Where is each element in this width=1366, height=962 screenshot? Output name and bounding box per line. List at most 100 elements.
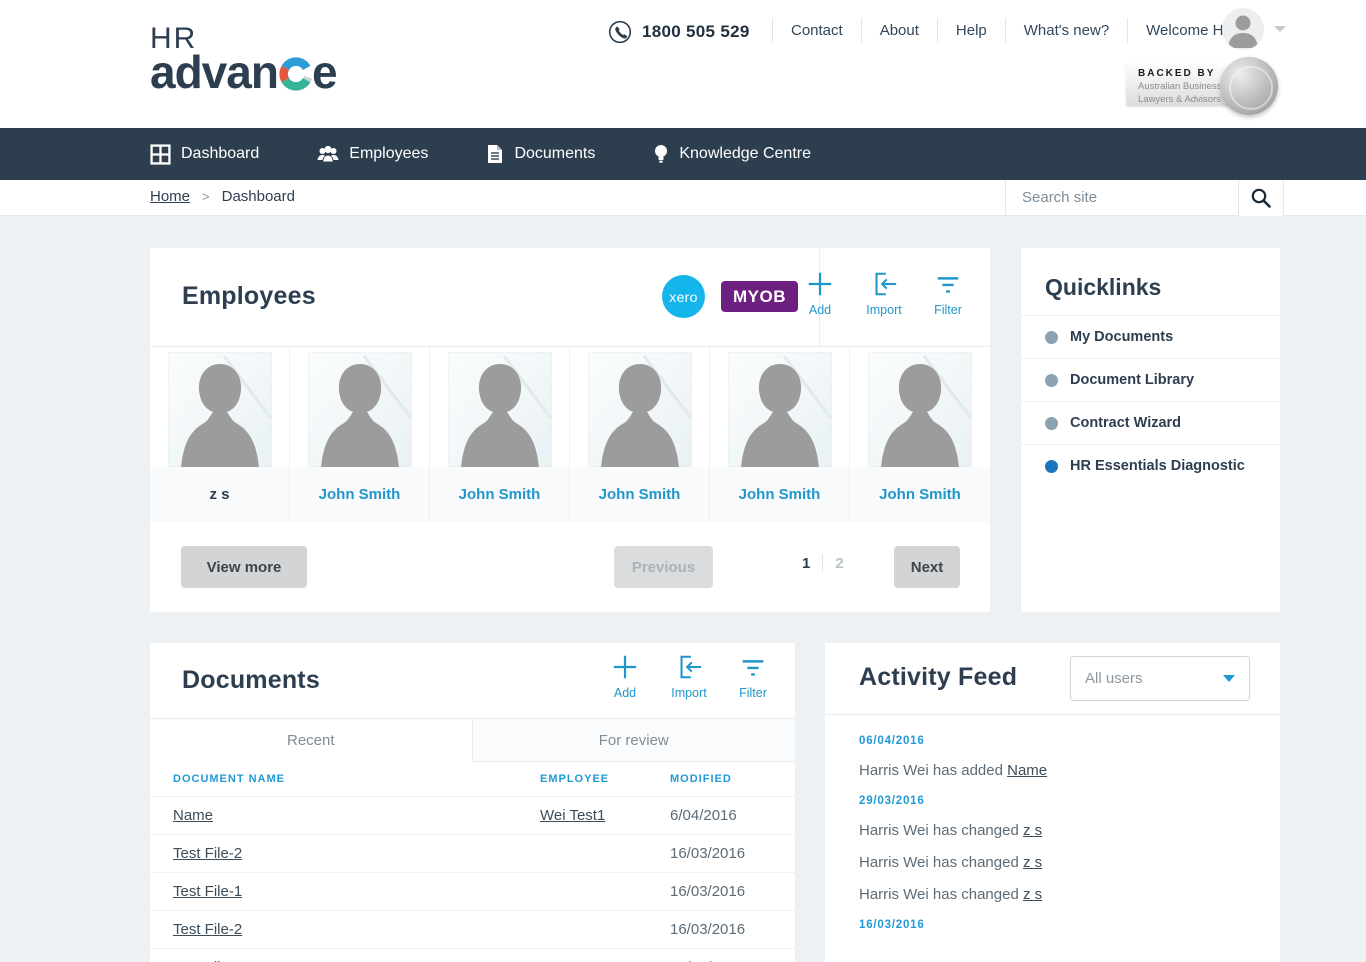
quicklink-contract-wizard[interactable]: Contract Wizard — [1021, 401, 1280, 444]
employee-name-link[interactable]: John Smith — [570, 467, 709, 522]
document-name-link[interactable]: Test File-2 — [173, 921, 242, 938]
employee-card[interactable]: z s — [150, 347, 290, 522]
quicklink-document-library[interactable]: Document Library — [1021, 358, 1280, 401]
backed-by-badge: BACKED BY Australian Business Lawyers & … — [1126, 60, 1284, 108]
employee-name-link[interactable]: John Smith — [710, 467, 849, 522]
employee-card[interactable]: John Smith — [710, 347, 850, 522]
add-document-button[interactable]: Add — [601, 653, 649, 700]
documents-panel-header: Documents Add Import — [150, 643, 795, 718]
employees-panel-header: Employees xero MYOB Add — [150, 248, 990, 347]
hr-advance-logo[interactable]: HR advan e — [150, 24, 337, 94]
import-arrow-icon — [870, 270, 898, 298]
employee-card[interactable]: John Smith — [570, 347, 710, 522]
table-row: Test File-1 16/03/2016 — [150, 948, 795, 962]
previous-button[interactable]: Previous — [614, 546, 713, 588]
employees-title: Employees — [182, 282, 316, 311]
seal-icon — [1220, 57, 1278, 115]
employee-link[interactable]: Wei Test1 — [540, 807, 605, 824]
tab-recent[interactable]: Recent — [150, 719, 473, 762]
site-search — [1005, 180, 1366, 216]
employee-name-link[interactable]: John Smith — [430, 467, 569, 522]
breadcrumb-current: Dashboard — [222, 188, 295, 205]
employee-card[interactable]: John Smith — [850, 347, 990, 522]
phone-contact: 1800 505 529 — [608, 20, 750, 44]
employees-actions: Add Import Filter — [796, 270, 972, 317]
feed-event-link[interactable]: z s — [1023, 886, 1042, 903]
nav-dashboard[interactable]: Dashboard — [150, 144, 259, 165]
users-filter-dropdown[interactable]: All users — [1070, 656, 1250, 701]
import-employees-button[interactable]: Import — [860, 270, 908, 317]
import-documents-button[interactable]: Import — [665, 653, 713, 700]
nav-employees-label: Employees — [349, 145, 428, 163]
feed-event-link[interactable]: z s — [1023, 854, 1042, 871]
modified-date: 16/03/2016 — [670, 845, 795, 862]
table-row: Test File-2 16/03/2016 — [150, 910, 795, 948]
view-more-button[interactable]: View more — [181, 546, 307, 588]
tab-for-review[interactable]: For review — [473, 719, 796, 762]
user-avatar[interactable] — [1222, 8, 1264, 50]
employee-photo — [168, 352, 272, 467]
modified-date: 16/03/2016 — [670, 921, 795, 938]
documents-tabs: Recent For review — [150, 718, 795, 762]
document-name-link[interactable]: Test File-2 — [173, 845, 242, 862]
search-button[interactable] — [1238, 180, 1284, 216]
page-1: 1 — [802, 555, 810, 572]
page-2[interactable]: 2 — [835, 555, 843, 572]
filter-employees-button[interactable]: Filter — [924, 270, 972, 317]
breadcrumb-separator: > — [202, 189, 210, 204]
chevron-down-icon[interactable] — [1274, 26, 1286, 32]
next-button[interactable]: Next — [894, 546, 960, 588]
employee-name-link[interactable]: John Smith — [290, 467, 429, 522]
top-link-about[interactable]: About — [861, 18, 937, 43]
document-name-link[interactable]: Test File-1 — [173, 883, 242, 900]
top-links: Contact About Help What's new? Welcome H… — [772, 18, 1271, 43]
feed-event: Harris Wei has changed z s — [859, 854, 1246, 871]
documents-actions: Add Import Filter — [601, 653, 777, 700]
import-arrow-icon — [675, 653, 703, 681]
modified-date: 16/03/2016 — [670, 883, 795, 900]
quicklink-hr-essentials[interactable]: HR Essentials Diagnostic — [1021, 444, 1280, 487]
nav-employees[interactable]: Employees — [317, 144, 428, 164]
employee-cards: z s John Smith John Smith John Smith Joh… — [150, 347, 990, 522]
employee-card[interactable]: John Smith — [290, 347, 430, 522]
integration-logos: xero MYOB — [662, 275, 798, 318]
feed-event-link[interactable]: z s — [1023, 822, 1042, 839]
breadcrumb-row: Home > Dashboard — [0, 180, 1366, 216]
person-silhouette-icon — [1222, 8, 1264, 50]
bullet-icon — [1045, 460, 1058, 473]
top-link-help[interactable]: Help — [937, 18, 1005, 43]
hr-advance-dashboard: HR advan e 1800 505 529 Contact Abou — [0, 0, 1366, 962]
top-link-contact[interactable]: Contact — [772, 18, 861, 43]
bullet-icon — [1045, 417, 1058, 430]
add-employee-button[interactable]: Add — [796, 270, 844, 317]
nav-documents-label: Documents — [514, 145, 595, 163]
employee-photo — [868, 352, 972, 467]
nav-knowledge-centre[interactable]: Knowledge Centre — [653, 144, 811, 164]
breadcrumb-home-link[interactable]: Home — [150, 188, 190, 205]
filter-documents-button[interactable]: Filter — [729, 653, 777, 700]
feed-event-link[interactable]: Name — [1007, 762, 1047, 779]
employee-name-link[interactable]: John Smith — [850, 467, 990, 522]
document-name-link[interactable]: Name — [173, 807, 213, 824]
employee-name-link[interactable]: z s — [150, 467, 289, 522]
plus-icon — [611, 653, 639, 681]
bullet-icon — [1045, 331, 1058, 344]
nav-dashboard-label: Dashboard — [181, 145, 259, 163]
users-filter-value: All users — [1085, 670, 1143, 687]
filter-lines-icon — [739, 653, 767, 681]
quicklink-my-documents[interactable]: My Documents — [1021, 315, 1280, 358]
feed-date: 06/04/2016 — [859, 735, 1246, 747]
top-link-whats-new[interactable]: What's new? — [1005, 18, 1127, 43]
employee-card[interactable]: John Smith — [430, 347, 570, 522]
myob-logo[interactable]: MYOB — [721, 281, 798, 312]
feed-event: Harris Wei has changed z s — [859, 822, 1246, 839]
top-header: HR advan e 1800 505 529 Contact Abou — [0, 0, 1366, 128]
feed-event: Harris Wei has changed z s — [859, 886, 1246, 903]
logo-advance-text: advan e — [150, 50, 337, 94]
search-input[interactable] — [1006, 180, 1238, 214]
employee-photo — [728, 352, 832, 467]
xero-logo[interactable]: xero — [662, 275, 705, 318]
lightbulb-icon — [653, 144, 669, 164]
employee-photo — [448, 352, 552, 467]
nav-documents[interactable]: Documents — [486, 144, 595, 164]
